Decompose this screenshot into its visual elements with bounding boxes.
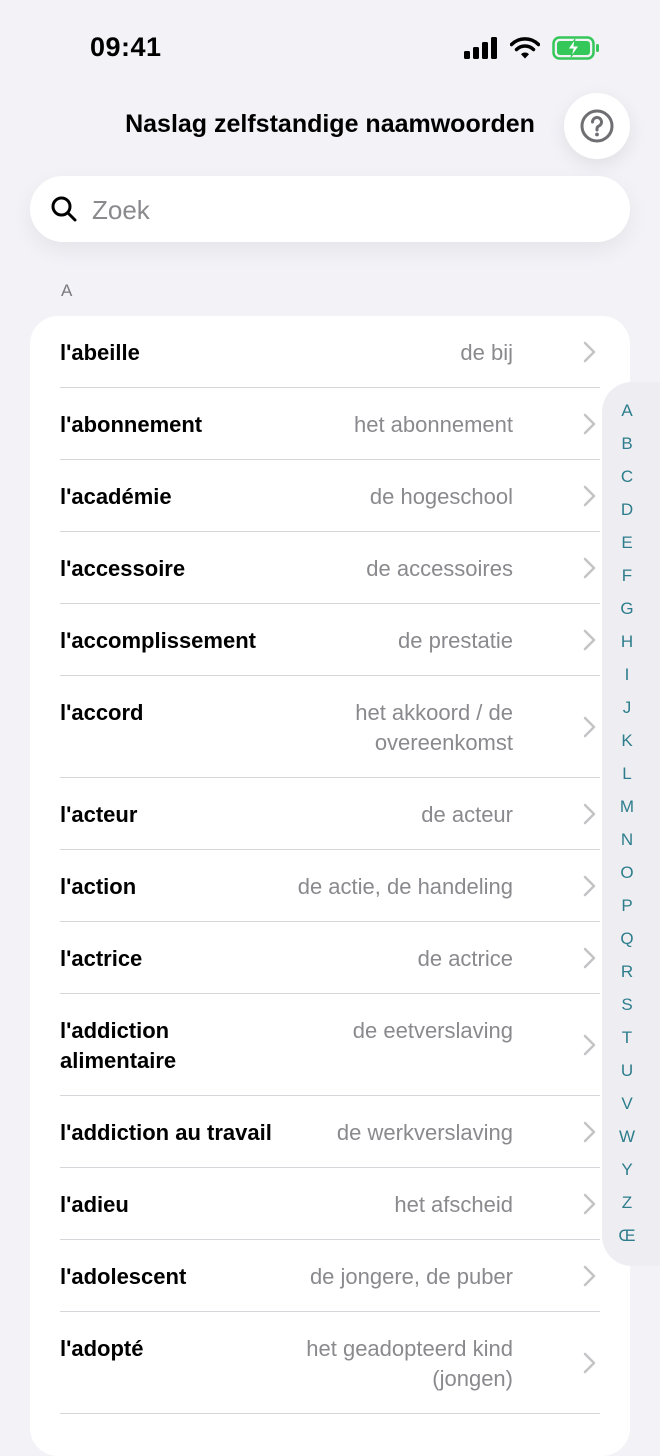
alphabet-index[interactable]: ABCDEFGHIJKLMNOPQRSTUVWYZŒ	[602, 382, 660, 1266]
chevron-right-icon	[583, 1193, 596, 1215]
list-item[interactable]: l'adolescent de jongere, de puber	[30, 1240, 630, 1312]
list-item[interactable]: l'accessoire de accessoires	[30, 532, 630, 604]
list-item[interactable]: l'adieu het afscheid	[30, 1168, 630, 1240]
dutch-translation: de acteur	[421, 802, 513, 827]
chevron-right-icon	[583, 557, 596, 579]
french-word: l'académie	[60, 484, 172, 509]
chevron-right-icon	[583, 629, 596, 651]
index-letter[interactable]: V	[602, 1094, 652, 1114]
index-letter[interactable]: Z	[602, 1193, 652, 1213]
dutch-translation: de hogeschool	[369, 484, 513, 509]
question-circle-icon	[580, 109, 614, 143]
help-button[interactable]	[564, 93, 630, 159]
list-item[interactable]: l'abeille de bij	[30, 316, 630, 388]
index-letter[interactable]: I	[602, 665, 652, 685]
index-letter[interactable]: Q	[602, 929, 652, 949]
list-item[interactable]: l'actrice de actrice	[30, 922, 630, 994]
french-word: l'accord	[60, 700, 144, 725]
list-item[interactable]: l'acteur de acteur	[30, 778, 630, 850]
status-bar: 09:41	[0, 0, 660, 96]
page-title: Naslag zelfstandige naamwoorden	[125, 110, 535, 138]
french-word: l'acteur	[60, 802, 138, 827]
wifi-icon	[510, 37, 540, 59]
dutch-translation: de actrice	[417, 946, 513, 971]
status-time: 09:41	[90, 32, 162, 62]
french-word: l'abonnement	[60, 412, 203, 437]
dutch-translation: het abonnement	[353, 412, 513, 437]
index-letter[interactable]: C	[602, 467, 652, 487]
chevron-right-icon	[583, 716, 596, 738]
index-letter[interactable]: F	[602, 566, 652, 586]
list-item[interactable]: l'accomplissement de prestatie	[30, 604, 630, 676]
french-word: l'action	[60, 874, 137, 899]
dutch-translation: de prestatie	[398, 628, 513, 653]
french-word: l'accomplissement	[60, 628, 256, 653]
index-letter[interactable]: S	[602, 995, 652, 1015]
list-item[interactable]: l'addiction au travail de werkverslaving	[30, 1096, 630, 1168]
french-word: l'addiction alimentaire	[60, 1018, 177, 1073]
list-item[interactable]: l'abonnement het abonnement	[30, 388, 630, 460]
list-item[interactable]: l'action de actie, de handeling	[30, 850, 630, 922]
chevron-right-icon	[583, 413, 596, 435]
search-input[interactable]	[90, 190, 614, 230]
chevron-right-icon	[583, 947, 596, 969]
dutch-translation: de actie, de handeling	[297, 874, 513, 899]
french-word: l'adopté	[60, 1336, 144, 1361]
dutch-translation: de werkverslaving	[336, 1120, 513, 1145]
chevron-right-icon	[583, 803, 596, 825]
french-word: l'accessoire	[60, 556, 186, 581]
french-word: l'addiction au travail	[60, 1120, 272, 1145]
list-item[interactable]: l'académie de hogeschool	[30, 460, 630, 532]
index-letter[interactable]: W	[602, 1127, 652, 1147]
index-letter[interactable]: U	[602, 1061, 652, 1081]
french-word: l'abeille	[60, 340, 140, 365]
section-header: A	[61, 281, 73, 300]
battery-charging-icon	[552, 36, 599, 60]
index-letter[interactable]: Y	[602, 1160, 652, 1180]
list-item[interactable]: l'addiction alimentaire de eetverslaving	[30, 994, 630, 1096]
dutch-translation: het geadopteerd kind (jongen)	[306, 1336, 513, 1391]
chevron-right-icon	[583, 875, 596, 897]
index-letter[interactable]: G	[602, 599, 652, 619]
index-letter[interactable]: K	[602, 731, 652, 751]
index-letter[interactable]: J	[602, 698, 652, 718]
dutch-translation: het akkoord / de overeenkomst	[355, 700, 513, 755]
index-letter[interactable]: E	[602, 533, 652, 553]
magnifier-icon	[51, 196, 77, 222]
chevron-right-icon	[583, 1121, 596, 1143]
index-letter[interactable]: Œ	[602, 1226, 652, 1246]
french-word: l'adolescent	[60, 1264, 187, 1289]
index-letter[interactable]: N	[602, 830, 652, 850]
list-item[interactable]: l'accord het akkoord / de overeenkomst	[30, 676, 630, 778]
chevron-right-icon	[583, 1034, 596, 1056]
chevron-right-icon	[583, 485, 596, 507]
chevron-right-icon	[583, 341, 596, 363]
dutch-translation: de bij	[460, 340, 513, 365]
index-letter[interactable]: T	[602, 1028, 652, 1048]
dutch-translation: het afscheid	[394, 1192, 513, 1217]
dutch-translation: de accessoires	[366, 556, 513, 581]
index-letter[interactable]: B	[602, 434, 652, 454]
index-letter[interactable]: L	[602, 764, 652, 784]
status-icons	[464, 34, 600, 62]
chevron-right-icon	[583, 1265, 596, 1287]
dutch-translation: de eetverslaving	[352, 1018, 513, 1043]
chevron-right-icon	[583, 1352, 596, 1374]
index-letter[interactable]: H	[602, 632, 652, 652]
dutch-translation: de jongere, de puber	[309, 1264, 513, 1289]
list-item[interactable]: l'adopté het geadopteerd kind (jongen)	[30, 1312, 630, 1414]
index-letter[interactable]: D	[602, 500, 652, 520]
word-list: l'abeille de bij l'abonnement het abonnemen…	[30, 316, 630, 1456]
index-letter[interactable]: R	[602, 962, 652, 982]
cellular-signal-icon	[464, 37, 497, 59]
index-letter[interactable]: O	[602, 863, 652, 883]
index-letter[interactable]: A	[602, 401, 652, 421]
french-word: l'adieu	[60, 1192, 129, 1217]
index-letter[interactable]: M	[602, 797, 652, 817]
list-item[interactable]	[30, 1414, 630, 1456]
index-letter[interactable]: P	[602, 896, 652, 916]
french-word: l'actrice	[60, 946, 143, 971]
search-bar[interactable]	[30, 176, 630, 242]
